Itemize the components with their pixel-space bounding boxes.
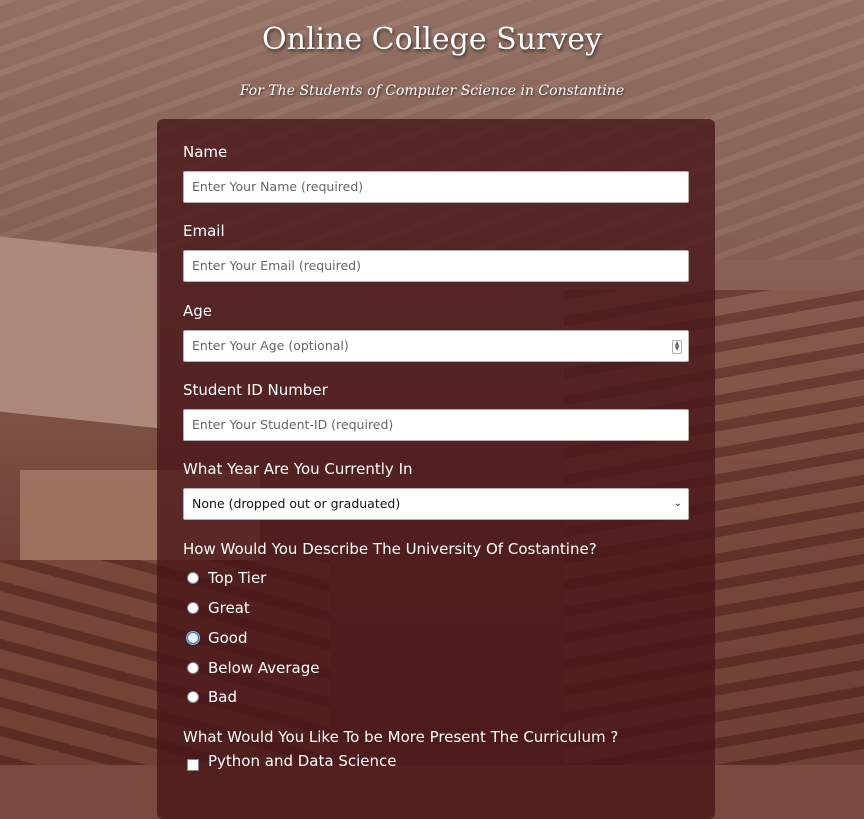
student-id-label: Student ID Number xyxy=(183,381,328,399)
radio-label: Top Tier xyxy=(208,569,267,587)
email-input[interactable]: Enter Your Email (required) xyxy=(183,250,689,282)
rating-question: How Would You Describe The University Of… xyxy=(183,540,597,558)
age-placeholder: Enter Your Age (optional) xyxy=(192,338,349,353)
radio-button[interactable] xyxy=(187,602,199,614)
radio-label: Below Average xyxy=(208,659,320,677)
student-id-placeholder: Enter Your Student-ID (required) xyxy=(192,417,394,432)
radio-button[interactable] xyxy=(187,662,199,674)
page-title: Online College Survey xyxy=(261,22,603,57)
student-id-input[interactable]: Enter Your Student-ID (required) xyxy=(183,409,689,441)
radio-button[interactable] xyxy=(187,632,199,644)
radio-label: Bad xyxy=(208,688,238,706)
name-input[interactable]: Enter Your Name (required) xyxy=(183,171,689,203)
spinner-icon[interactable]: ▲ ▼ xyxy=(672,340,682,354)
name-placeholder: Enter Your Name (required) xyxy=(192,179,364,194)
checkbox-python[interactable] xyxy=(187,759,199,771)
radio-label: Great xyxy=(208,599,250,617)
email-placeholder: Enter Your Email (required) xyxy=(192,258,361,273)
curriculum-question: What Would You Like To be More Present T… xyxy=(183,728,619,746)
year-selected-value: None (dropped out or graduated) xyxy=(192,496,401,511)
radio-label: Good xyxy=(208,629,248,647)
year-label: What Year Are You Currently In xyxy=(183,460,413,478)
email-label: Email xyxy=(183,222,225,240)
chevron-down-icon: ⌄ xyxy=(673,498,682,509)
name-label: Name xyxy=(183,143,228,161)
radio-button[interactable] xyxy=(187,691,199,703)
checkbox-label-python: Python and Data Science xyxy=(208,752,397,770)
age-label: Age xyxy=(183,302,213,320)
page-subtitle: For The Students of Computer Science in … xyxy=(239,83,625,99)
radio-button[interactable] xyxy=(187,572,199,584)
age-input[interactable]: Enter Your Age (optional) ▲ ▼ xyxy=(183,330,689,362)
year-select[interactable]: None (dropped out or graduated) ⌄ xyxy=(183,488,689,520)
